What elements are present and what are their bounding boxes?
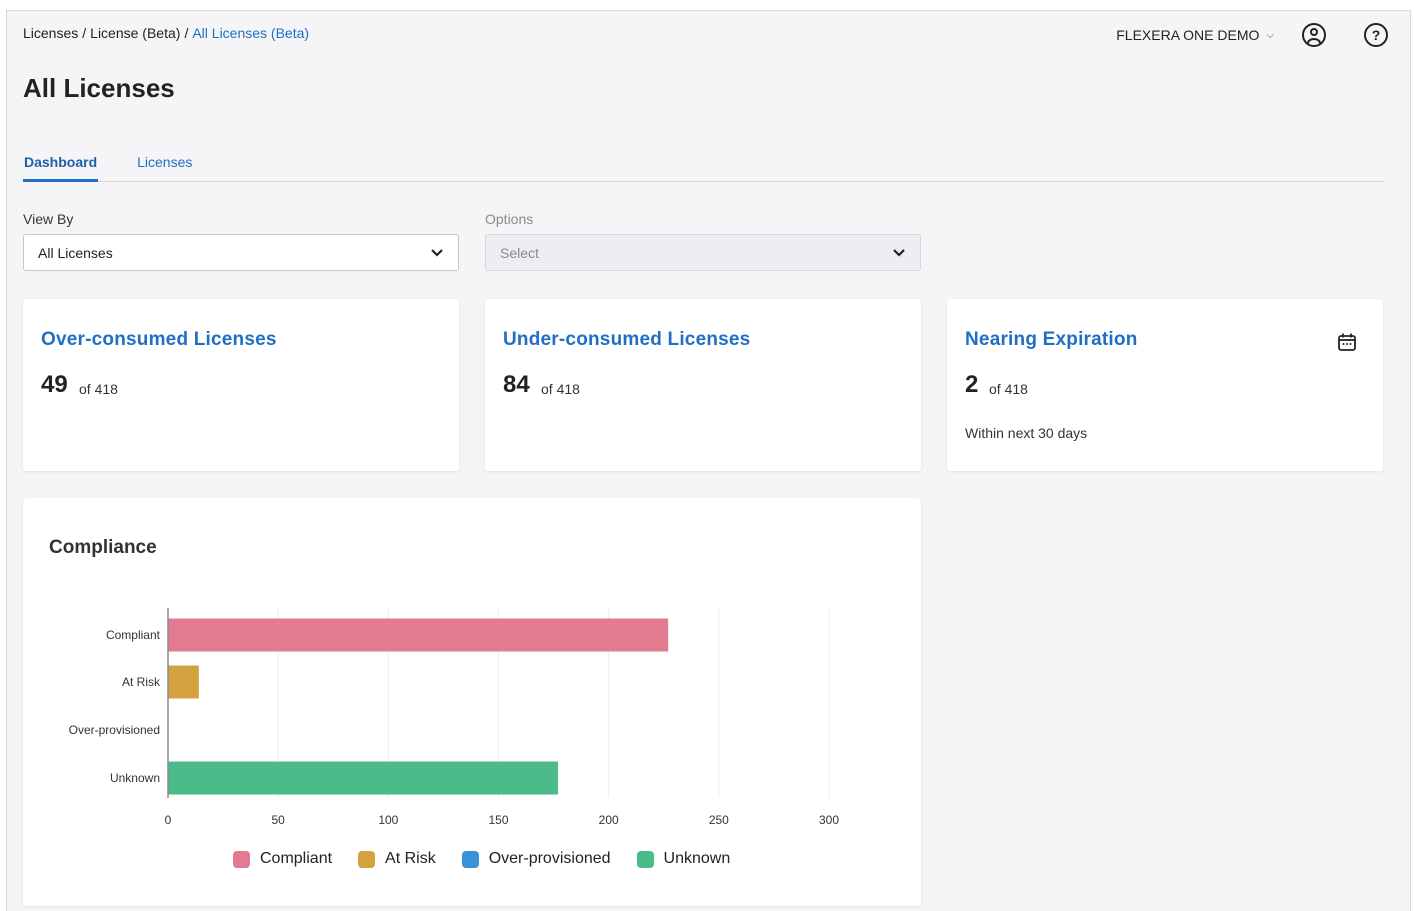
kpi-card-over-consumed[interactable]: Over-consumed Licenses 49 of 418 xyxy=(23,299,459,471)
x-tick-label: 0 xyxy=(165,813,172,827)
x-tick-label: 250 xyxy=(709,813,729,827)
breadcrumb-separator: / xyxy=(184,25,189,41)
tab-licenses[interactable]: Licenses xyxy=(136,152,193,182)
calendar-icon xyxy=(1338,333,1356,351)
options-placeholder: Select xyxy=(500,244,539,261)
tab-bar: Dashboard Licenses xyxy=(23,152,1384,182)
compliance-bar-chart: 0 50 100 150 200 250 300 Compliant At Risk Over-p… xyxy=(69,608,839,827)
legend-item-at-risk[interactable]: At Risk xyxy=(358,850,436,868)
kpi-card-nearing-expiration[interactable]: Nearing Expiration 2 of 418 Within next … xyxy=(947,299,1383,471)
help-circle-icon[interactable]: ? xyxy=(1364,23,1388,47)
view-by-value: All Licenses xyxy=(38,244,113,261)
kpi-total: of 418 xyxy=(541,381,580,397)
legend-item-compliant[interactable]: Compliant xyxy=(233,850,332,868)
chart-legend: Compliant At Risk Over-provisioned Unkno… xyxy=(233,850,756,868)
legend-item-unknown[interactable]: Unknown xyxy=(636,850,731,868)
kpi-title[interactable]: Over-consumed Licenses xyxy=(41,329,277,351)
y-category-label: Compliant xyxy=(106,628,161,642)
legend-label: Unknown xyxy=(663,850,731,867)
kpi-title[interactable]: Nearing Expiration xyxy=(965,329,1138,351)
legend-swatch xyxy=(461,850,479,868)
view-by-label: View By xyxy=(23,211,74,227)
bar-unknown xyxy=(168,761,558,795)
kpi-value: 2 xyxy=(965,371,979,398)
legend-item-over-provisioned[interactable]: Over-provisioned xyxy=(461,850,611,868)
kpi-value: 84 xyxy=(503,371,530,398)
user-circle-icon[interactable] xyxy=(1302,23,1326,47)
x-tick-label: 50 xyxy=(271,813,285,827)
header-actions: FLEXERA ONE DEMO ⌵ ? xyxy=(1116,23,1388,47)
kpi-total: of 418 xyxy=(989,381,1028,397)
breadcrumb-item-license-beta[interactable]: License (Beta) xyxy=(90,25,180,41)
kpi-total: of 418 xyxy=(79,381,118,397)
legend-label: At Risk xyxy=(385,850,436,867)
org-switcher[interactable]: FLEXERA ONE DEMO ⌵ xyxy=(1116,27,1274,43)
y-category-label: At Risk xyxy=(122,675,161,689)
options-label: Options xyxy=(485,211,534,227)
x-tick-label: 200 xyxy=(599,813,619,827)
y-category-label: Over-provisioned xyxy=(69,723,160,737)
options-select[interactable]: Select xyxy=(485,234,921,271)
compliance-chart-card: Compliance 0 50 100 150 200 250 300 Compliant At… xyxy=(23,498,921,906)
legend-label: Over-provisioned xyxy=(488,850,611,867)
bar-compliant xyxy=(168,618,669,652)
kpi-value: 49 xyxy=(41,371,68,398)
x-tick-label: 150 xyxy=(488,813,508,827)
breadcrumb-current[interactable]: All Licenses (Beta) xyxy=(192,25,309,41)
org-name: FLEXERA ONE DEMO xyxy=(1116,27,1260,43)
breadcrumb-separator: / xyxy=(82,25,87,41)
tab-dashboard[interactable]: Dashboard xyxy=(23,152,99,182)
view-by-select[interactable]: All Licenses xyxy=(23,234,459,271)
kpi-title[interactable]: Under-consumed Licenses xyxy=(503,329,750,351)
breadcrumb-item-licenses[interactable]: Licenses xyxy=(23,25,78,41)
chevron-down-icon xyxy=(431,248,443,257)
chevron-down-icon xyxy=(893,248,905,257)
x-tick-label: 100 xyxy=(378,813,398,827)
legend-swatch xyxy=(636,850,654,868)
kpi-note: Within next 30 days xyxy=(965,425,1088,441)
bar-at-risk xyxy=(168,665,199,699)
legend-swatch xyxy=(233,850,250,868)
breadcrumb: Licenses / License (Beta) / All Licenses (Be… xyxy=(23,25,309,41)
x-tick-label: 300 xyxy=(819,813,839,827)
legend-label: Compliant xyxy=(260,850,333,867)
kpi-card-under-consumed[interactable]: Under-consumed Licenses 84 of 418 xyxy=(485,299,921,471)
y-category-label: Unknown xyxy=(110,771,160,785)
page-title: All Licenses xyxy=(23,73,175,103)
app-window: Licenses / License (Beta) / All Licenses (Be… xyxy=(6,10,1411,911)
chevron-down-icon: ⌵ xyxy=(1266,29,1274,41)
legend-swatch xyxy=(358,850,376,868)
